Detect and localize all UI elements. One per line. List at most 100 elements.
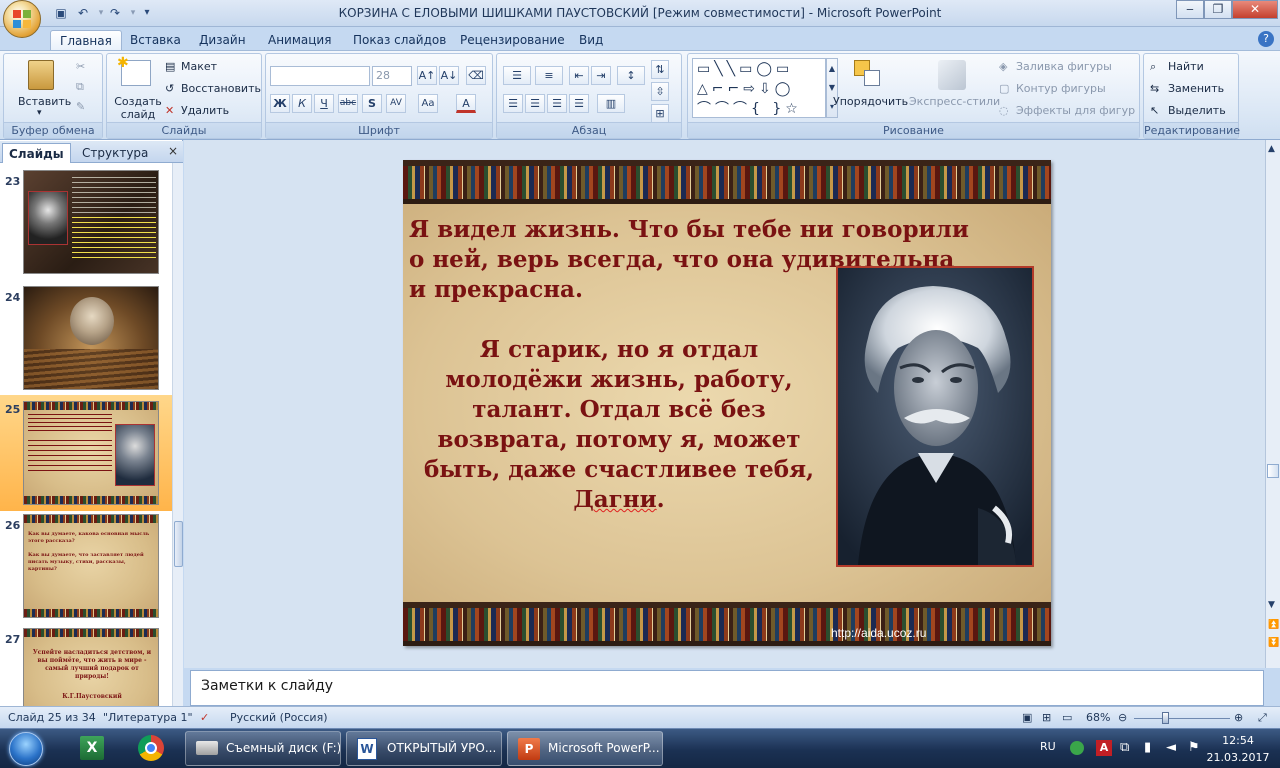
arrange-button[interactable]: Упорядочить	[833, 95, 908, 108]
grow-font-icon[interactable]: A↑	[417, 66, 437, 85]
shrink-font-icon[interactable]: A↓	[439, 66, 459, 85]
zoom-slider[interactable]	[1134, 718, 1230, 719]
shapes-gallery[interactable]: ▭╲╲▭◯▭ △⌐⌐⇨⇩◯ ⌒⌒⌒{ }☆	[692, 58, 826, 118]
smartart-icon[interactable]: ⊞	[651, 104, 669, 123]
shape-outline-button[interactable]: Контур фигуры	[1016, 82, 1106, 95]
replace-button[interactable]: Заменить	[1168, 82, 1224, 95]
new-slide-button[interactable]: Создать слайд	[114, 95, 162, 121]
spellcheck-icon[interactable]: ✓	[200, 711, 209, 724]
increase-indent-icon[interactable]: ⇥	[591, 66, 611, 85]
tab-slides[interactable]: Слайды	[2, 143, 71, 163]
paste-dropdown-icon[interactable]: ▾	[37, 108, 42, 118]
scroll-down-icon[interactable]: ▼	[1268, 600, 1275, 610]
text-direction-icon[interactable]: ⇅	[651, 60, 669, 79]
strikethrough-icon[interactable]: abc	[338, 94, 358, 113]
input-language[interactable]: RU	[1040, 740, 1056, 753]
slide-canvas[interactable]: Я видел жизнь. Что бы тебе ни говорили о…	[403, 160, 1051, 646]
slide-thumbnail-27[interactable]: 27 Успейте насладиться детством, и вы по…	[0, 625, 172, 706]
font-color-icon[interactable]: A	[456, 94, 476, 113]
text-shadow-icon[interactable]: S	[362, 94, 382, 113]
normal-view-icon[interactable]: ▣	[1022, 711, 1032, 724]
thumbnail-scrollbar[interactable]	[172, 163, 183, 706]
change-case-icon[interactable]: Aa	[418, 94, 438, 113]
bold-icon[interactable]: Ж	[270, 94, 290, 113]
clear-format-icon[interactable]: ⌫	[466, 66, 486, 85]
slide-scrollbar[interactable]: ▲ ▼ ⏫ ⏬	[1265, 140, 1280, 668]
tab-animation[interactable]: Анимация	[259, 30, 340, 50]
cut-icon[interactable]: ✂	[76, 60, 85, 73]
clock-date[interactable]: 21.03.2017	[1202, 751, 1274, 764]
notes-pane[interactable]: Заметки к слайду	[190, 670, 1264, 706]
fit-to-window-icon[interactable]: ⤢	[1258, 711, 1267, 725]
volume-tray-icon[interactable]: ◄	[1166, 740, 1176, 755]
underline-icon[interactable]: Ч	[314, 94, 334, 113]
slide-thumbnail-26[interactable]: 26 Как вы думаете, какова основная мысль…	[0, 511, 172, 627]
help-icon[interactable]: ?	[1258, 31, 1274, 47]
language-status[interactable]: Русский (Россия)	[230, 711, 328, 724]
devices-tray-icon[interactable]: ⧉	[1120, 740, 1129, 755]
shapes-scroll[interactable]: ▲ ▼ ▾	[826, 58, 838, 118]
next-slide-icon[interactable]: ⏬	[1268, 638, 1279, 648]
slide-thumbnail-25[interactable]: 25	[0, 395, 172, 511]
close-button[interactable]: ✕	[1232, 0, 1278, 19]
slideshow-view-icon[interactable]: ▭	[1062, 711, 1072, 724]
panel-close-icon[interactable]: ×	[168, 144, 178, 158]
find-button[interactable]: Найти	[1168, 60, 1204, 73]
zoom-out-icon[interactable]: ⊖	[1118, 711, 1127, 724]
slide-thumbnail-24[interactable]: 24	[0, 283, 172, 399]
line-spacing-icon[interactable]: ↕	[617, 66, 645, 85]
tab-review[interactable]: Рецензирование	[451, 30, 574, 50]
delete-button[interactable]: Удалить	[181, 104, 229, 117]
shape-effects-button[interactable]: Эффекты для фигур	[1016, 104, 1135, 117]
font-name-input[interactable]	[270, 66, 370, 86]
tab-insert[interactable]: Вставка	[121, 30, 190, 50]
shape-fill-button[interactable]: Заливка фигуры	[1016, 60, 1112, 73]
zoom-slider-handle[interactable]	[1162, 712, 1169, 724]
bullets-icon[interactable]: ☰	[503, 66, 531, 85]
italic-icon[interactable]: К	[292, 94, 312, 113]
numbering-icon[interactable]: ≡	[535, 66, 563, 85]
decrease-indent-icon[interactable]: ⇤	[569, 66, 589, 85]
zoom-level[interactable]: 68%	[1086, 711, 1110, 724]
layout-button[interactable]: Макет	[181, 60, 217, 73]
taskbar-word-doc[interactable]: W ОТКРЫТЫЙ УРО...	[346, 731, 502, 766]
restore-button[interactable]: ❐	[1204, 0, 1232, 19]
char-spacing-icon[interactable]: AV	[386, 94, 406, 113]
align-right-icon[interactable]: ☰	[547, 94, 567, 113]
antivirus-tray-icon[interactable]: A	[1096, 740, 1112, 756]
tab-view[interactable]: Вид	[570, 30, 612, 50]
align-center-icon[interactable]: ☰	[525, 94, 545, 113]
tab-home[interactable]: Главная	[50, 30, 122, 50]
scroll-up-icon[interactable]: ▲	[1268, 144, 1275, 154]
tab-outline[interactable]: Структура	[76, 143, 154, 163]
theme-name[interactable]: "Литература 1"	[103, 711, 193, 724]
taskbar-removable-disk[interactable]: Съемный диск (F:)	[185, 731, 341, 766]
office-button[interactable]	[3, 0, 41, 38]
tab-slideshow[interactable]: Показ слайдов	[344, 30, 455, 50]
quick-styles-button[interactable]: Экспресс-стили	[909, 95, 1000, 108]
taskbar-powerpoint[interactable]: P Microsoft PowerP...	[507, 731, 663, 766]
justify-icon[interactable]: ☰	[569, 94, 589, 113]
align-left-icon[interactable]: ☰	[503, 94, 523, 113]
format-painter-icon[interactable]: ✎	[76, 100, 85, 113]
reset-button[interactable]: Восстановить	[181, 82, 261, 95]
excel-taskbar-icon[interactable]: X	[70, 731, 112, 766]
tab-design[interactable]: Дизайн	[190, 30, 255, 50]
previous-slide-icon[interactable]: ⏫	[1268, 620, 1279, 630]
align-text-icon[interactable]: ⇳	[651, 82, 669, 101]
security-tray-icon[interactable]	[1070, 741, 1084, 755]
zoom-in-icon[interactable]: ⊕	[1234, 711, 1243, 724]
quote-text-2[interactable]: Я старик, но я отдал молодёжи жизнь, раб…	[409, 335, 829, 515]
slide-scroll-thumb[interactable]	[1267, 464, 1279, 478]
clock-time[interactable]: 12:54	[1210, 734, 1266, 747]
action-center-icon[interactable]: ⚑	[1188, 740, 1200, 755]
portrait-photo[interactable]	[836, 266, 1034, 567]
minimize-button[interactable]: ‒	[1176, 0, 1204, 19]
start-button[interactable]	[2, 730, 52, 767]
thumbnail-scroll-thumb[interactable]	[174, 521, 183, 567]
slide-sorter-icon[interactable]: ⊞	[1042, 711, 1051, 724]
font-size-input[interactable]: 28	[372, 66, 412, 86]
select-button[interactable]: Выделить	[1168, 104, 1226, 117]
paste-button[interactable]: Вставить	[18, 95, 71, 108]
columns-icon[interactable]: ▥	[597, 94, 625, 113]
